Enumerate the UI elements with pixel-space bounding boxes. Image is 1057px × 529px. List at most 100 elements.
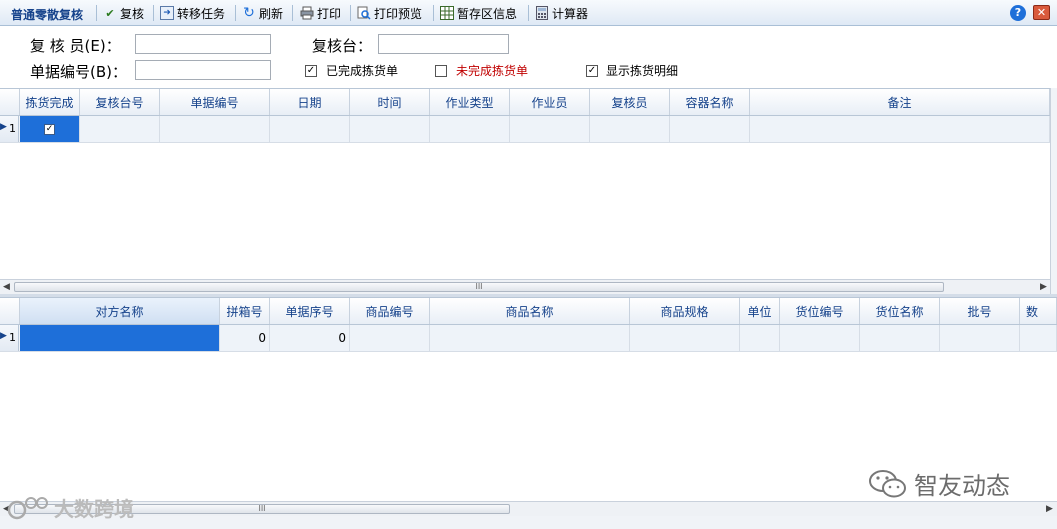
- col-remark[interactable]: 备注: [750, 89, 1050, 115]
- magnifier-icon: [357, 6, 371, 20]
- product-spec-cell[interactable]: [630, 325, 740, 351]
- table-row[interactable]: ▶ 1 0 0: [0, 325, 1057, 352]
- box-no-cell[interactable]: 0: [220, 325, 270, 351]
- doc-no-cell[interactable]: [160, 116, 270, 142]
- transfer-icon: ➜: [160, 6, 174, 20]
- col-doc-seq[interactable]: 单据序号: [270, 298, 350, 324]
- picked-cell[interactable]: ✓: [20, 116, 80, 142]
- detail-grid-header: 对方名称 拼箱号 单据序号 商品编号 商品名称 商品规格 单位 货位编号 货位名…: [0, 297, 1057, 325]
- row-number: 1: [9, 331, 16, 344]
- row-number: 1: [9, 122, 16, 135]
- doc-seq-cell[interactable]: 0: [270, 325, 350, 351]
- toolbar-divider: [235, 5, 236, 21]
- grid2-horizontal-scrollbar[interactable]: ◀ III ▶: [0, 501, 1057, 516]
- reviewer-input[interactable]: [135, 34, 271, 54]
- print-button[interactable]: 打印: [300, 3, 341, 23]
- print-preview-button[interactable]: 打印预览: [357, 3, 422, 23]
- col-doc-no[interactable]: 单据编号: [160, 89, 270, 115]
- review-desk-input[interactable]: [378, 34, 509, 54]
- col-product-spec[interactable]: 商品规格: [630, 298, 740, 324]
- row-header-corner: [0, 89, 20, 115]
- location-name-cell[interactable]: [860, 325, 940, 351]
- row-header-corner: [0, 298, 20, 324]
- reviewer-label: 复 核 员(E)：: [30, 37, 121, 55]
- status-strip: [0, 516, 1057, 529]
- container-cell[interactable]: [670, 116, 750, 142]
- desk-no-cell[interactable]: [80, 116, 160, 142]
- batch-no-cell[interactable]: [940, 325, 1020, 351]
- current-row-arrow-icon: ▶: [0, 122, 7, 132]
- col-time[interactable]: 时间: [350, 89, 430, 115]
- col-product-no[interactable]: 商品编号: [350, 298, 430, 324]
- product-name-cell[interactable]: [430, 325, 630, 351]
- col-location-no[interactable]: 货位编号: [780, 298, 860, 324]
- watermark-left-text: 大数跨境: [54, 497, 134, 521]
- toolbar: 普通零散复核 ✔ 复核 ➜ 转移任务 ↻ 刷新 打印 打印预览 暂存区信息 计算…: [0, 0, 1057, 26]
- help-icon[interactable]: ?: [1010, 5, 1026, 21]
- operator-cell[interactable]: [510, 116, 590, 142]
- picked-checkbox[interactable]: ✓: [44, 123, 55, 135]
- op-type-cell[interactable]: [430, 116, 510, 142]
- transfer-label: 转移任务: [177, 6, 226, 21]
- remark-cell[interactable]: [750, 116, 1050, 142]
- calculator-label: 计算器: [552, 6, 589, 21]
- unit-cell[interactable]: [740, 325, 780, 351]
- uncompleted-checkbox[interactable]: [435, 65, 447, 77]
- calculator-button[interactable]: 计算器: [535, 3, 588, 23]
- refresh-icon: ↻: [243, 5, 255, 21]
- toolbar-divider: [292, 5, 293, 21]
- scroll-right-arrow-icon[interactable]: ▶: [1046, 504, 1053, 514]
- refresh-button[interactable]: ↻ 刷新: [242, 3, 283, 23]
- location-no-cell[interactable]: [780, 325, 860, 351]
- grid1-right-edge: [1050, 88, 1057, 294]
- reviewer-cell[interactable]: [590, 116, 670, 142]
- col-op-type[interactable]: 作业类型: [430, 89, 510, 115]
- document-number-input[interactable]: [135, 60, 271, 80]
- review-button[interactable]: ✔ 复核: [103, 3, 144, 23]
- calculator-icon: [535, 6, 549, 20]
- grid-icon: [440, 6, 454, 20]
- col-container[interactable]: 容器名称: [670, 89, 750, 115]
- toolbar-divider: [350, 5, 351, 21]
- scroll-left-arrow-icon[interactable]: ◀: [3, 282, 10, 292]
- col-batch-no[interactable]: 批号: [940, 298, 1020, 324]
- counterparty-cell[interactable]: [20, 325, 220, 351]
- col-reviewer[interactable]: 复核员: [590, 89, 670, 115]
- row-header[interactable]: ▶ 1: [0, 325, 19, 351]
- completed-checkbox[interactable]: ✓: [305, 65, 317, 77]
- scroll-right-arrow-icon[interactable]: ▶: [1040, 282, 1047, 292]
- review-label: 复核: [120, 6, 145, 21]
- quantity-cell[interactable]: [1020, 325, 1057, 351]
- show-detail-checkbox[interactable]: ✓: [586, 65, 598, 77]
- col-desk-no[interactable]: 复核台号: [80, 89, 160, 115]
- transfer-task-button[interactable]: ➜ 转移任务: [160, 3, 225, 23]
- wechat-logo-icon: [869, 469, 906, 497]
- col-operator[interactable]: 作业员: [510, 89, 590, 115]
- col-quantity[interactable]: 数: [1020, 298, 1057, 324]
- col-date[interactable]: 日期: [270, 89, 350, 115]
- product-no-cell[interactable]: [350, 325, 430, 351]
- table-row[interactable]: ▶ 1 ✓: [0, 116, 1050, 143]
- toolbar-divider: [96, 5, 97, 21]
- completed-label: 已完成拣货单: [326, 64, 399, 78]
- staging-info-button[interactable]: 暂存区信息: [440, 3, 517, 23]
- picklist-grid-header: 拣货完成 复核台号 单据编号 日期 时间 作业类型 作业员 复核员 容器名称 备…: [0, 88, 1050, 116]
- scrollbar-thumb[interactable]: III: [14, 282, 944, 292]
- checkmark-icon: ✔: [105, 6, 115, 20]
- date-cell[interactable]: [270, 116, 350, 142]
- col-box-no[interactable]: 拼箱号: [220, 298, 270, 324]
- col-unit[interactable]: 单位: [740, 298, 780, 324]
- col-product-name[interactable]: 商品名称: [430, 298, 630, 324]
- row-header[interactable]: ▶ 1: [0, 116, 19, 142]
- grid1-horizontal-scrollbar[interactable]: ◀ III ▶: [0, 279, 1050, 294]
- col-picked[interactable]: 拣货完成: [20, 89, 80, 115]
- toolbar-divider: [528, 5, 529, 21]
- review-desk-label: 复核台：: [312, 37, 373, 55]
- watermark-right: 智友动态: [868, 466, 1010, 501]
- col-counterparty[interactable]: 对方名称: [20, 298, 220, 324]
- close-icon[interactable]: ✕: [1033, 5, 1050, 20]
- show-detail-label: 显示拣货明细: [606, 64, 679, 78]
- col-location-name[interactable]: 货位名称: [860, 298, 940, 324]
- print-label: 打印: [317, 6, 342, 21]
- time-cell[interactable]: [350, 116, 430, 142]
